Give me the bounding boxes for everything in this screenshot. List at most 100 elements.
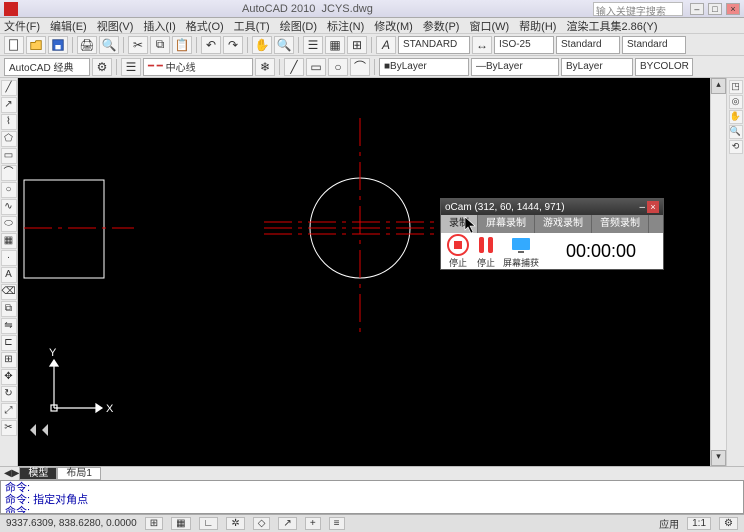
scroll-up-icon[interactable]: ▴	[711, 78, 726, 94]
copy-button[interactable]: ⧉	[150, 36, 170, 54]
circle-button[interactable]: ○	[328, 58, 348, 76]
point-tool-icon[interactable]: ·	[1, 250, 17, 266]
close-button[interactable]: ×	[726, 3, 740, 15]
ocam-stop-button[interactable]: 停止	[447, 234, 469, 269]
preview-button[interactable]: 🔍	[99, 36, 119, 54]
lwt-toggle[interactable]: ≡	[329, 517, 345, 530]
nav-wheel-icon[interactable]: ◎	[729, 95, 743, 109]
mline-style-select[interactable]: Standard	[622, 36, 686, 54]
layer-freeze-icon[interactable]: ❄	[255, 58, 275, 76]
ocam-tab-record[interactable]: 录制	[441, 215, 478, 233]
help-search-input[interactable]: 输入关键字搜索	[593, 2, 683, 16]
command-window[interactable]: 命令: 命令: 指定对角点 命令:	[0, 480, 744, 514]
status-cog-icon[interactable]: ⚙	[719, 517, 738, 530]
workspace-select[interactable]: AutoCAD 经典	[4, 58, 90, 76]
color-select[interactable]: ■ ByLayer	[379, 58, 469, 76]
offset-tool-icon[interactable]: ⊏	[1, 335, 17, 351]
trim-tool-icon[interactable]: ✂	[1, 420, 17, 436]
zoom-button[interactable]: 🔍	[274, 36, 294, 54]
workspace-settings-icon[interactable]: ⚙	[92, 58, 112, 76]
drawing-canvas[interactable]: X Y	[18, 78, 710, 466]
nav-orbit-icon[interactable]: ⟲	[729, 140, 743, 154]
grid-toggle[interactable]: ▦	[171, 517, 190, 530]
block-button[interactable]: ▦	[325, 36, 345, 54]
polar-toggle[interactable]: ✲	[226, 517, 244, 530]
nav-pan-icon[interactable]: ✋	[729, 110, 743, 124]
ocam-pause-button[interactable]: 停止	[475, 234, 497, 269]
plotstyle-select[interactable]: BYCOLOR	[635, 58, 693, 76]
menu-draw[interactable]: 绘图(D)	[280, 18, 317, 34]
menu-view[interactable]: 视图(V)	[97, 18, 134, 34]
pline-tool-icon[interactable]: ⌇	[1, 114, 17, 130]
properties-button[interactable]: ☰	[303, 36, 323, 54]
menu-tools[interactable]: 工具(T)	[234, 18, 270, 34]
rectangle-tool-icon[interactable]: ▭	[1, 148, 17, 164]
array-tool-icon[interactable]: ⊞	[1, 352, 17, 368]
xline-tool-icon[interactable]: ↗	[1, 97, 17, 113]
open-button[interactable]	[26, 36, 46, 54]
ocam-titlebar[interactable]: oCam (312, 60, 1444, 971) – ×	[441, 199, 663, 215]
menu-modify[interactable]: 修改(M)	[374, 18, 413, 34]
scroll-track[interactable]	[711, 94, 726, 450]
ocam-tab-audio[interactable]: 音频录制	[592, 215, 649, 233]
apply-button[interactable]: 应用	[659, 516, 679, 531]
menu-window[interactable]: 窗口(W)	[469, 18, 509, 34]
redo-button[interactable]: ↷	[223, 36, 243, 54]
spline-tool-icon[interactable]: ∿	[1, 199, 17, 215]
snap-toggle[interactable]: ⊞	[145, 517, 163, 530]
move-tool-icon[interactable]: ✥	[1, 369, 17, 385]
scale-selector[interactable]: 1:1	[687, 517, 711, 530]
tab-layout1[interactable]: 布局1	[57, 467, 101, 480]
ocam-capture-button[interactable]: 屏幕捕获	[503, 234, 539, 269]
ocam-tab-screen[interactable]: 屏幕录制	[478, 215, 535, 233]
ocam-tab-game[interactable]: 游戏录制	[535, 215, 592, 233]
rotate-tool-icon[interactable]: ↻	[1, 386, 17, 402]
ellipse-tool-icon[interactable]: ⬭	[1, 216, 17, 232]
paste-button[interactable]: 📋	[172, 36, 192, 54]
menu-dim[interactable]: 标注(N)	[327, 18, 364, 34]
rect-button[interactable]: ▭	[306, 58, 326, 76]
scroll-down-icon[interactable]: ▾	[711, 450, 726, 466]
mirror-tool-icon[interactable]: ⇋	[1, 318, 17, 334]
print-button[interactable]: 🖨	[77, 36, 97, 54]
text-tool-icon[interactable]: A	[1, 267, 17, 283]
tab-next-icon[interactable]: ▶	[12, 468, 20, 479]
table-style-select[interactable]: Standard	[556, 36, 620, 54]
line-tool-icon[interactable]: ╱	[1, 80, 17, 96]
erase-tool-icon[interactable]: ⌫	[1, 284, 17, 300]
menu-file[interactable]: 文件(F)	[4, 18, 40, 34]
arc-button[interactable]: ⌒	[350, 58, 370, 76]
ortho-toggle[interactable]: ∟	[199, 517, 219, 530]
arc-tool-icon[interactable]: ⌒	[1, 165, 17, 181]
menu-param[interactable]: 参数(P)	[423, 18, 460, 34]
dim-style-select[interactable]: ISO-25	[494, 36, 554, 54]
menu-format[interactable]: 格式(O)	[186, 18, 224, 34]
hatch-tool-icon[interactable]: ▦	[1, 233, 17, 249]
menu-render[interactable]: 渲染工具集2.86(Y)	[566, 18, 657, 34]
nav-zoom-icon[interactable]: 🔍	[729, 125, 743, 139]
text-style-button[interactable]: A	[376, 36, 396, 54]
undo-button[interactable]: ↶	[201, 36, 221, 54]
line-button[interactable]: ╱	[284, 58, 304, 76]
vertical-scrollbar[interactable]: ▴ ▾	[710, 78, 726, 466]
linetype-select[interactable]: ━ ━ 中心线	[143, 58, 253, 76]
minimize-button[interactable]: –	[690, 3, 704, 15]
copy-tool-icon[interactable]: ⧉	[1, 301, 17, 317]
layer-props-button[interactable]: ☰	[121, 58, 141, 76]
pan-button[interactable]: ✋	[252, 36, 272, 54]
tab-prev-icon[interactable]: ◀	[4, 468, 12, 479]
polygon-tool-icon[interactable]: ⬠	[1, 131, 17, 147]
scale-tool-icon[interactable]: ⤢	[1, 403, 17, 419]
menu-help[interactable]: 帮助(H)	[519, 18, 556, 34]
nav-cube-icon[interactable]: ◳	[729, 80, 743, 94]
dim-style-button[interactable]: ↔	[472, 36, 492, 54]
menu-insert[interactable]: 插入(I)	[143, 18, 175, 34]
tab-model[interactable]: 模型	[19, 467, 57, 480]
text-style-select[interactable]: STANDARD	[398, 36, 470, 54]
lineweight-select[interactable]: ByLayer	[561, 58, 633, 76]
new-button[interactable]	[4, 36, 24, 54]
otrack-toggle[interactable]: ↗	[278, 517, 296, 530]
ocam-close-icon[interactable]: ×	[647, 201, 659, 213]
save-button[interactable]	[48, 36, 68, 54]
linetype2-select[interactable]: — ByLayer	[471, 58, 559, 76]
